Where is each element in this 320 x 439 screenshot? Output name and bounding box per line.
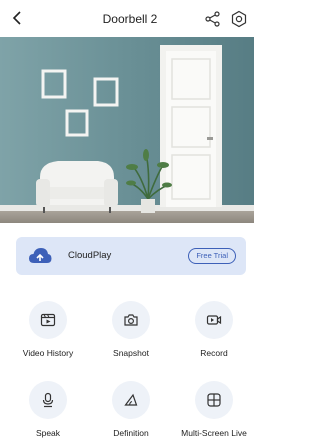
speak-label: Speak [35, 428, 61, 438]
camera-icon [124, 314, 138, 326]
free-trial-button[interactable]: Free Trial [188, 248, 236, 264]
chevron-left-icon [12, 11, 21, 25]
multi-screen-live-label: Multi-Screen Live [181, 428, 247, 438]
definition-label: Definition [113, 428, 149, 438]
video-history-label: Video History [22, 348, 74, 358]
video-history-circle [29, 301, 67, 339]
cloudplay-label: CloudPlay [68, 250, 112, 261]
definition-circle [112, 381, 150, 419]
page-title: Doorbell 2 [102, 12, 158, 26]
video-history-icon [40, 313, 56, 327]
share-icon[interactable] [204, 10, 222, 28]
definition-button[interactable]: Definition [91, 381, 171, 439]
back-button[interactable] [8, 8, 28, 28]
snapshot-label: Snapshot [113, 348, 149, 358]
cloud-upload-icon [29, 248, 52, 263]
microphone-icon [42, 392, 54, 408]
record-circle [195, 301, 233, 339]
live-video-view[interactable] [0, 37, 254, 223]
cloudplay-card[interactable]: CloudPlay Free Trial [16, 237, 246, 275]
multi-screen-live-button[interactable]: Multi-Screen Live [174, 381, 254, 439]
speak-button[interactable]: Speak [8, 381, 88, 439]
header-bar: Doorbell 2 [0, 0, 254, 37]
speak-circle [29, 381, 67, 419]
multi-screen-circle [195, 381, 233, 419]
gear-icon[interactable] [230, 10, 248, 28]
snapshot-button[interactable]: Snapshot [91, 301, 171, 359]
record-label: Record [200, 348, 228, 358]
record-icon [206, 315, 222, 325]
multi-screen-icon [207, 393, 221, 407]
video-history-button[interactable]: Video History [8, 301, 88, 359]
snapshot-circle [112, 301, 150, 339]
definition-icon [124, 393, 138, 406]
record-button[interactable]: Record [174, 301, 254, 359]
camera-feed-image [0, 37, 254, 223]
